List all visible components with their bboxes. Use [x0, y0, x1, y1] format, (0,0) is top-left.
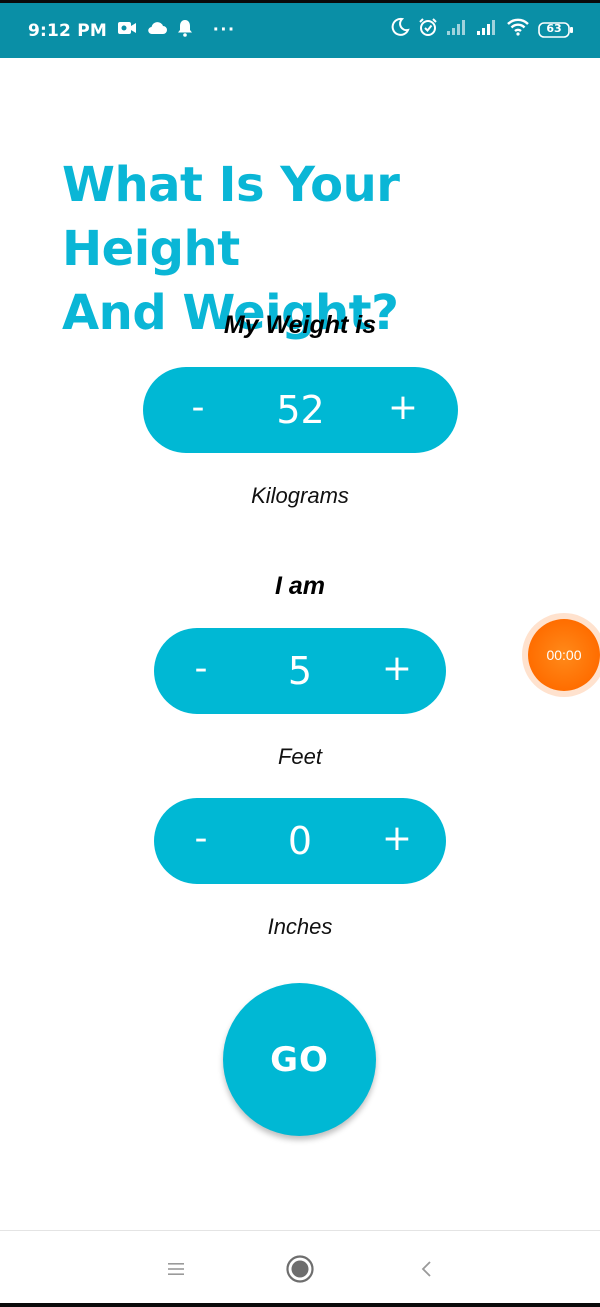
- title-line-1: What Is Your Height: [62, 157, 400, 277]
- bell-icon: [177, 19, 193, 42]
- alarm-icon: [418, 17, 438, 42]
- feet-unit-label: Feet: [277, 744, 323, 769]
- inches-unit-label: Inches: [267, 914, 333, 939]
- cloud-icon: [147, 21, 167, 40]
- go-button[interactable]: GO: [223, 983, 376, 1136]
- home-icon[interactable]: [280, 1251, 320, 1287]
- inches-decrease-button[interactable]: -: [166, 795, 236, 881]
- status-bar: 9:12 PM ··· 63: [0, 0, 600, 58]
- more-notifications-icon: ···: [212, 19, 236, 41]
- moon-icon: [390, 17, 410, 42]
- wifi-icon: [506, 18, 530, 41]
- battery-level: 63: [546, 21, 562, 35]
- inches-stepper: 0 - +: [154, 798, 446, 884]
- weight-stepper: 52 - +: [143, 367, 458, 453]
- battery-icon: 63: [538, 21, 574, 39]
- status-time: 9:12 PM: [28, 20, 107, 41]
- height-heading: I am: [274, 572, 326, 600]
- recording-timer-bubble[interactable]: 00:00: [528, 619, 600, 691]
- menu-icon[interactable]: [156, 1251, 196, 1287]
- feet-increase-button[interactable]: +: [362, 625, 432, 711]
- signal-icon: [476, 18, 498, 41]
- weight-unit-label: Kilograms: [251, 483, 349, 508]
- navigation-bar: [0, 1230, 600, 1307]
- inches-increase-button[interactable]: +: [362, 795, 432, 881]
- back-icon[interactable]: [407, 1251, 447, 1287]
- weight-heading: My Weight is: [223, 311, 377, 339]
- video-camera-icon: [117, 20, 137, 41]
- weight-decrease-button[interactable]: -: [163, 364, 233, 450]
- feet-stepper: 5 - +: [154, 628, 446, 714]
- weight-increase-button[interactable]: +: [368, 364, 438, 450]
- signal-icon: [446, 18, 468, 41]
- feet-decrease-button[interactable]: -: [166, 625, 236, 711]
